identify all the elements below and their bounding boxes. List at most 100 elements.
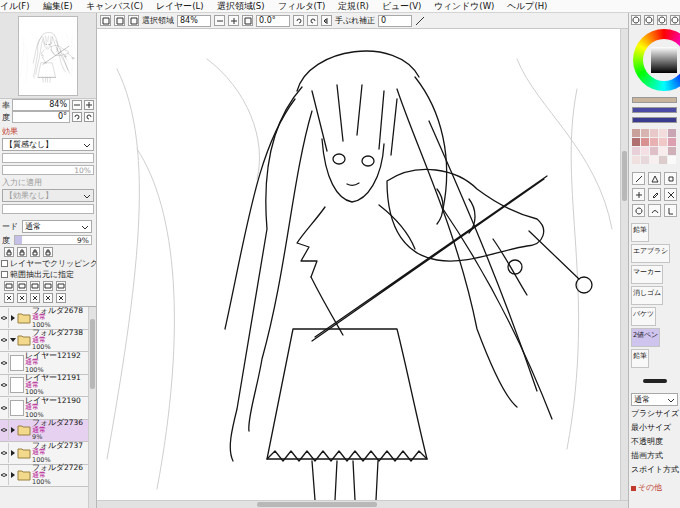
swatch[interactable] bbox=[668, 129, 676, 137]
fit-button[interactable] bbox=[242, 15, 253, 26]
protect-button[interactable] bbox=[17, 247, 27, 257]
tool-button[interactable] bbox=[664, 172, 677, 185]
opacity-slider[interactable]: 9% bbox=[14, 235, 92, 245]
effect-dropdown[interactable]: 【効果なし】 bbox=[2, 189, 94, 202]
expand-icon[interactable] bbox=[10, 450, 16, 456]
blend-mode-dropdown[interactable]: 通常 bbox=[22, 220, 92, 233]
layer-row[interactable]: フォルダ2737通常100% bbox=[0, 442, 88, 465]
rotate-left-button[interactable] bbox=[72, 112, 82, 122]
rotate-right-button[interactable] bbox=[84, 112, 94, 122]
layer-button[interactable] bbox=[43, 293, 53, 303]
swatch[interactable] bbox=[632, 129, 640, 137]
visibility-toggle[interactable] bbox=[0, 308, 9, 328]
canvas-hscrollbar[interactable] bbox=[97, 500, 628, 508]
swatch[interactable] bbox=[659, 147, 667, 155]
layer-row[interactable]: フォルダ2738通常100% bbox=[0, 330, 88, 353]
navigator[interactable] bbox=[0, 13, 96, 99]
tool-button[interactable] bbox=[648, 204, 661, 217]
tool-button[interactable] bbox=[648, 172, 661, 185]
color-mode-button[interactable] bbox=[657, 15, 667, 25]
zoom-in-button[interactable] bbox=[84, 100, 94, 110]
menu-item[interactable]: キャンバス(C) bbox=[86, 0, 144, 12]
brush-tool[interactable]: 消しゴム bbox=[631, 286, 663, 305]
zoom-field[interactable]: 84% bbox=[177, 15, 211, 27]
brush-setting[interactable]: 不透明度 bbox=[629, 435, 680, 449]
brush-blend-dropdown[interactable]: 通常 bbox=[631, 393, 678, 406]
visibility-toggle[interactable] bbox=[0, 420, 9, 440]
tool-button[interactable] bbox=[664, 188, 677, 201]
color-mode-button[interactable] bbox=[670, 15, 680, 25]
layer-button[interactable] bbox=[56, 281, 66, 291]
swatch[interactable] bbox=[632, 156, 640, 164]
menu-item[interactable]: レイヤー(L) bbox=[156, 0, 203, 12]
brush-tool[interactable]: エアブラシ bbox=[631, 244, 670, 263]
texture-dropdown[interactable]: 【質感なし】 bbox=[2, 138, 94, 151]
layer-row[interactable]: フォルダ2726通常100% bbox=[0, 465, 88, 488]
canvas[interactable] bbox=[97, 29, 620, 500]
brush-tool[interactable]: マーカー bbox=[631, 265, 663, 284]
tool-button[interactable] bbox=[632, 188, 645, 201]
effect-slider[interactable] bbox=[2, 204, 94, 214]
layer-button[interactable] bbox=[56, 293, 66, 303]
stabilizer-field[interactable]: 0 bbox=[378, 15, 412, 27]
brush-setting[interactable]: 描画方式 bbox=[629, 449, 680, 463]
menu-item[interactable]: 定規(R) bbox=[338, 0, 369, 12]
layer-row[interactable]: フォルダ2736通常9% bbox=[0, 420, 88, 443]
selection-label[interactable]: 選択領域 bbox=[142, 15, 174, 26]
swatch[interactable] bbox=[632, 138, 640, 146]
tool-button[interactable] bbox=[632, 204, 645, 217]
angle-field[interactable]: 0° bbox=[12, 111, 70, 123]
brush-tool[interactable]: 2値ペン bbox=[631, 328, 660, 347]
swatch[interactable] bbox=[668, 147, 676, 155]
swatch[interactable] bbox=[632, 147, 640, 155]
toolbar-button[interactable] bbox=[100, 15, 111, 26]
menu-item[interactable]: イル(F) bbox=[0, 0, 30, 12]
swatch[interactable] bbox=[668, 156, 676, 164]
pen-icon[interactable] bbox=[415, 16, 425, 26]
layer-option[interactable]: 範囲抽出元に指定 bbox=[0, 269, 96, 280]
visibility-toggle[interactable] bbox=[0, 398, 9, 418]
layer-button[interactable] bbox=[4, 293, 14, 303]
layer-scrollbar[interactable] bbox=[88, 307, 96, 508]
tool-button[interactable] bbox=[632, 172, 645, 185]
layer-row[interactable]: レイヤー12190通常100% bbox=[0, 397, 88, 420]
protect-button[interactable] bbox=[4, 247, 14, 257]
zoom-in-button[interactable] bbox=[228, 15, 239, 26]
menu-item[interactable]: 選択領域(S) bbox=[217, 0, 265, 12]
layer-button[interactable] bbox=[43, 281, 53, 291]
zoom-field[interactable]: 84% bbox=[12, 99, 70, 111]
menu-item[interactable]: 編集(E) bbox=[43, 0, 73, 12]
visibility-toggle[interactable] bbox=[0, 330, 9, 350]
color-slider[interactable] bbox=[632, 107, 677, 113]
swatch[interactable] bbox=[641, 156, 649, 164]
tool-button[interactable] bbox=[648, 188, 661, 201]
brush-tool[interactable]: 鉛筆 bbox=[631, 223, 649, 242]
canvas-vscrollbar[interactable] bbox=[620, 29, 628, 500]
layer-button[interactable] bbox=[30, 281, 40, 291]
expand-icon[interactable] bbox=[10, 427, 16, 433]
layer-button[interactable] bbox=[4, 281, 14, 291]
menu-item[interactable]: フィルタ(T) bbox=[278, 0, 326, 12]
color-wheel[interactable] bbox=[633, 29, 680, 91]
swatch[interactable] bbox=[641, 129, 649, 137]
protect-button[interactable] bbox=[43, 247, 53, 257]
toolbar-button[interactable] bbox=[128, 15, 139, 26]
layer-row[interactable]: レイヤー12192通常100% bbox=[0, 352, 88, 375]
texture-slider[interactable] bbox=[2, 153, 94, 163]
visibility-toggle[interactable] bbox=[0, 443, 9, 463]
zoom-out-button[interactable] bbox=[214, 15, 225, 26]
swatch[interactable] bbox=[650, 147, 658, 155]
visibility-toggle[interactable] bbox=[0, 353, 9, 373]
more-settings[interactable]: その他 bbox=[629, 477, 680, 499]
color-slider[interactable] bbox=[632, 97, 677, 103]
swatch[interactable] bbox=[668, 138, 676, 146]
layer-button[interactable] bbox=[17, 281, 27, 291]
expand-icon[interactable] bbox=[10, 472, 16, 478]
flip-button[interactable] bbox=[321, 15, 332, 26]
swatch[interactable] bbox=[659, 156, 667, 164]
layer-row[interactable]: フォルダ2678通常100% bbox=[0, 307, 88, 330]
zoom-out-button[interactable] bbox=[72, 100, 82, 110]
color-slider[interactable] bbox=[632, 117, 677, 123]
layer-option[interactable]: レイヤーでクリッピング bbox=[0, 258, 96, 269]
color-square[interactable] bbox=[651, 47, 677, 73]
